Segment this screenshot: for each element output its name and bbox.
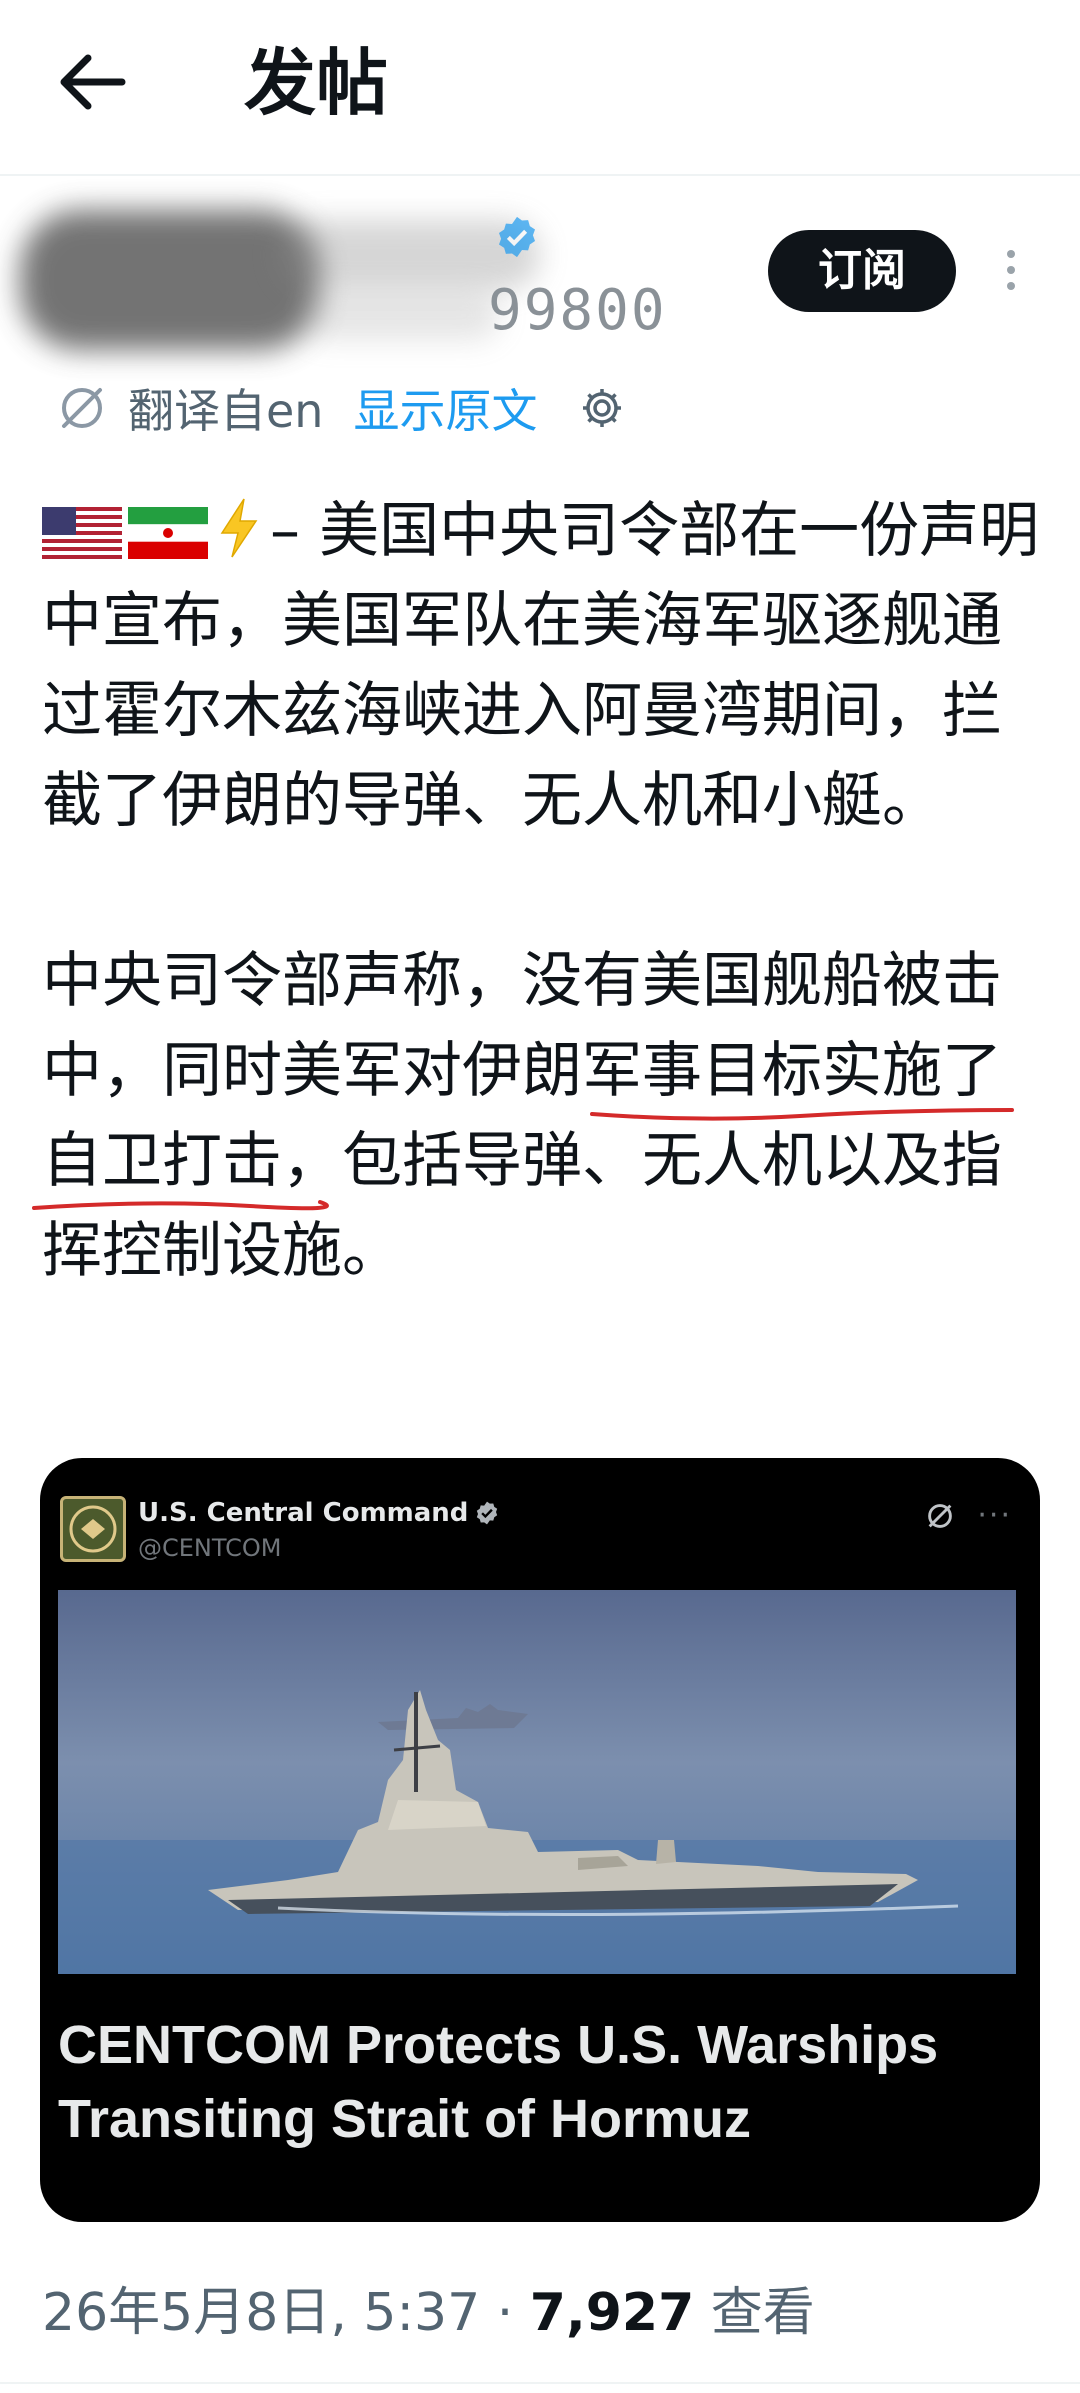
translate-icon (62, 388, 102, 428)
more-vertical-icon[interactable] (996, 244, 1026, 304)
header-divider (0, 174, 1080, 176)
quoted-author-name: U.S. Central Command (138, 1498, 500, 1528)
post-body: – 美国中央司令部在一份声明中宣布，美国军队在美海军驱逐舰通过霍尔木兹海峡进入阿… (42, 486, 1052, 1296)
post-paragraph-2: 中央司令部声称，没有美国舰船被击中，同时美军对伊朗军事目标实施了自卫打击，包括导… (42, 936, 1052, 1296)
author-handle-blurred (300, 290, 500, 340)
author-avatar-blurred[interactable] (20, 210, 320, 350)
back-arrow-icon[interactable] (52, 42, 132, 122)
translate-icon[interactable] (925, 1501, 955, 1531)
post-paragraph-1: – 美国中央司令部在一份声明中宣布，美国军队在美海军驱逐舰通过霍尔木兹海峡进入阿… (42, 486, 1052, 846)
top-app-bar: 发帖 (0, 0, 1080, 175)
post-timestamp: 26年5月8日, 5:37 · (42, 2283, 530, 2343)
page-title: 发帖 (244, 41, 389, 125)
lightning-icon (220, 498, 258, 558)
post-meta: 26年5月8日, 5:37 · 7,927 查看 (42, 2270, 815, 2345)
quoted-headline-line-2: Transiting Strait of Hormuz (58, 2089, 752, 2149)
author-handle: 99800 (488, 278, 667, 343)
footer-divider (0, 2382, 1080, 2384)
us-flag-icon (42, 507, 122, 559)
gear-icon[interactable] (577, 383, 627, 433)
quoted-headline-line-1: CENTCOM Protects U.S. Warships (58, 2015, 939, 2075)
translated-from-label: 翻译自en (128, 384, 324, 438)
view-label: 查看 (694, 2283, 815, 2343)
quoted-author-handle: @CENTCOM (138, 1534, 282, 1562)
iran-flag-icon (128, 507, 208, 559)
translation-row: 翻译自en 显示原文 (56, 378, 627, 438)
quoted-card-actions: ··· (925, 1498, 1012, 1533)
quoted-headline: CENTCOM Protects U.S. Warships Transitin… (58, 2008, 1018, 2156)
verified-badge-icon (498, 216, 536, 258)
show-original-link[interactable]: 显示原文 (353, 375, 537, 441)
verified-badge-icon (477, 1501, 498, 1525)
quoted-post-card[interactable]: U.S. Central Command @CENTCOM ··· CENTCO… (40, 1458, 1040, 2222)
post-paragraph-2-text: 同时美军对伊朗军事目标实施了自卫打击，包括导弹、无人机以及指挥控制设施。 (42, 1036, 1002, 1286)
post-paragraph-2-prefix: 中央司令部声称， (42, 946, 522, 1016)
warship-photo (58, 1590, 1016, 1974)
view-count[interactable]: 7,927 (530, 2283, 694, 2343)
more-horizontal-icon[interactable]: ··· (977, 1498, 1012, 1533)
centcom-avatar (60, 1496, 126, 1562)
subscribe-button[interactable]: 订阅 (768, 230, 956, 312)
